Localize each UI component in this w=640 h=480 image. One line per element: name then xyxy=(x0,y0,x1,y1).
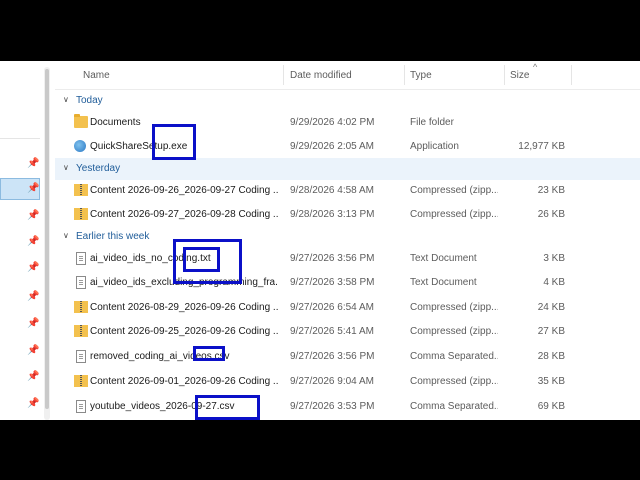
file-row[interactable]: Content 2026-09-25_2026-09-26 Coding ...… xyxy=(55,320,640,344)
file-type: Comma Separated... xyxy=(410,351,498,362)
column-headers: Name Date modified Type Size ^ xyxy=(55,61,640,90)
column-header-date[interactable]: Date modified xyxy=(290,70,352,81)
chevron-down-icon: ∨ xyxy=(63,95,69,104)
file-type: Text Document xyxy=(410,253,477,264)
chevron-down-icon: ∨ xyxy=(63,231,69,240)
file-type: Compressed (zipp... xyxy=(410,326,498,337)
highlight-box xyxy=(195,395,260,420)
file-date: 9/27/2026 3:58 PM xyxy=(290,277,375,288)
folder-icon xyxy=(74,114,88,128)
file-type: Compressed (zipp... xyxy=(410,302,498,313)
pin-icon[interactable]: 📌 xyxy=(27,210,39,222)
file-date: 9/28/2026 4:58 AM xyxy=(290,185,374,196)
file-date: 9/27/2026 9:04 AM xyxy=(290,376,374,387)
file-row-quickshare[interactable]: QuickShareSetup.exe 9/29/2026 2:05 AM Ap… xyxy=(55,135,640,159)
group-header-yesterday[interactable]: ∨ Yesterday xyxy=(55,158,640,180)
file-size: 27 KB xyxy=(537,326,565,337)
pin-icon[interactable]: 📌 xyxy=(27,371,39,383)
column-divider[interactable] xyxy=(404,65,405,85)
file-row[interactable]: Content 2026-09-26_2026-09-27 Coding ...… xyxy=(55,179,640,203)
file-type: File folder xyxy=(410,117,454,128)
file-type: Application xyxy=(410,141,459,152)
file-date: 9/27/2026 3:56 PM xyxy=(290,351,375,362)
app-icon xyxy=(74,140,86,152)
group-header-today[interactable]: ∨ Today xyxy=(55,90,640,112)
file-explorer-window: 📌 📌 📌 📌 📌 📌 📌 📌 📌 📌 Name Date modified T… xyxy=(0,61,640,420)
file-type: Text Document xyxy=(410,277,477,288)
pin-icon[interactable]: 📌 xyxy=(27,345,39,357)
zip-folder-icon xyxy=(74,301,88,313)
zip-folder-icon xyxy=(74,208,88,220)
pin-icon[interactable]: 📌 xyxy=(27,236,39,248)
group-label: Earlier this week xyxy=(76,231,150,242)
file-name: Content 2026-08-29_2026-09-26 Coding ... xyxy=(90,302,278,313)
file-name: removed_coding_ai_videos.csv xyxy=(90,351,230,362)
file-name: Content 2026-09-26_2026-09-27 Coding ... xyxy=(90,185,278,196)
zip-folder-icon xyxy=(74,184,88,196)
file-size: 28 KB xyxy=(537,351,565,362)
group-header-earlier-this-week[interactable]: ∨ Earlier this week xyxy=(55,226,640,248)
file-date: 9/27/2026 5:41 AM xyxy=(290,326,374,337)
file-type: Compressed (zipp... xyxy=(410,376,498,387)
column-header-name[interactable]: Name xyxy=(83,70,110,81)
chevron-down-icon: ∨ xyxy=(63,163,69,172)
file-type: Compressed (zipp... xyxy=(410,209,498,220)
file-date: 9/27/2026 6:54 AM xyxy=(290,302,374,313)
file-row[interactable]: ai_video_ids_excluding_programming_fra..… xyxy=(55,271,640,295)
file-row-documents[interactable]: Documents 9/29/2026 4:02 PM File folder xyxy=(55,111,640,135)
file-date: 9/28/2026 3:13 PM xyxy=(290,209,375,220)
pin-icon[interactable]: 📌 xyxy=(27,398,39,410)
highlight-box xyxy=(183,247,220,272)
file-row[interactable]: youtube_videos_2026-09-27.csv 9/27/2026 … xyxy=(55,395,640,419)
csv-file-icon xyxy=(76,350,86,363)
nav-divider xyxy=(0,138,40,139)
highlight-box xyxy=(193,346,225,361)
file-row[interactable]: Content 2026-09-01_2026-09-26 Coding ...… xyxy=(55,370,640,394)
file-size: 24 KB xyxy=(537,302,565,313)
file-name: Content 2026-09-27_2026-09-28 Coding ... xyxy=(90,209,278,220)
text-file-icon xyxy=(76,252,86,265)
file-name: Content 2026-09-25_2026-09-26 Coding ... xyxy=(90,326,278,337)
file-size: 23 KB xyxy=(537,185,565,196)
column-header-type[interactable]: Type xyxy=(410,70,432,81)
file-type: Compressed (zipp... xyxy=(410,185,498,196)
csv-file-icon xyxy=(76,400,86,413)
text-file-icon xyxy=(76,276,86,289)
file-date: 9/27/2026 3:56 PM xyxy=(290,253,375,264)
file-row[interactable]: ai_video_ids_no_coding.txt 9/27/2026 3:5… xyxy=(55,247,640,271)
zip-folder-icon xyxy=(74,375,88,387)
nav-scrollbar-thumb[interactable] xyxy=(45,69,49,409)
pin-icon[interactable]: 📌 xyxy=(27,158,39,170)
pin-icon[interactable]: 📌 xyxy=(27,262,39,274)
sort-ascending-icon: ^ xyxy=(533,62,538,72)
column-divider[interactable] xyxy=(283,65,284,85)
column-header-size[interactable]: Size xyxy=(510,70,529,81)
file-date: 9/27/2026 3:53 PM xyxy=(290,401,375,412)
file-size: 69 KB xyxy=(537,401,565,412)
pin-icon[interactable]: 📌 xyxy=(27,291,39,303)
file-row[interactable]: Content 2026-08-29_2026-09-26 Coding ...… xyxy=(55,296,640,320)
file-row[interactable]: removed_coding_ai_videos.csv 9/27/2026 3… xyxy=(55,345,640,369)
file-size: 12,977 KB xyxy=(518,141,565,152)
group-label: Yesterday xyxy=(76,163,121,174)
navigation-pane: 📌 📌 📌 📌 📌 📌 📌 📌 📌 📌 xyxy=(0,61,42,420)
highlight-box xyxy=(152,124,196,160)
file-name: Content 2026-09-01_2026-09-26 Coding ... xyxy=(90,376,278,387)
file-size: 26 KB xyxy=(537,209,565,220)
column-divider[interactable] xyxy=(571,65,572,85)
file-size: 3 KB xyxy=(543,253,565,264)
file-size: 35 KB xyxy=(537,376,565,387)
file-date: 9/29/2026 4:02 PM xyxy=(290,117,375,128)
file-row[interactable]: Content 2026-09-27_2026-09-28 Coding ...… xyxy=(55,203,640,227)
pin-icon[interactable]: 📌 xyxy=(27,183,39,195)
zip-folder-icon xyxy=(74,325,88,337)
group-label: Today xyxy=(76,95,103,106)
file-size: 4 KB xyxy=(543,277,565,288)
column-divider[interactable] xyxy=(504,65,505,85)
pin-icon[interactable]: 📌 xyxy=(27,318,39,330)
file-list: Name Date modified Type Size ^ ∨ Today D… xyxy=(55,61,640,420)
file-date: 9/29/2026 2:05 AM xyxy=(290,141,374,152)
file-type: Comma Separated... xyxy=(410,401,498,412)
